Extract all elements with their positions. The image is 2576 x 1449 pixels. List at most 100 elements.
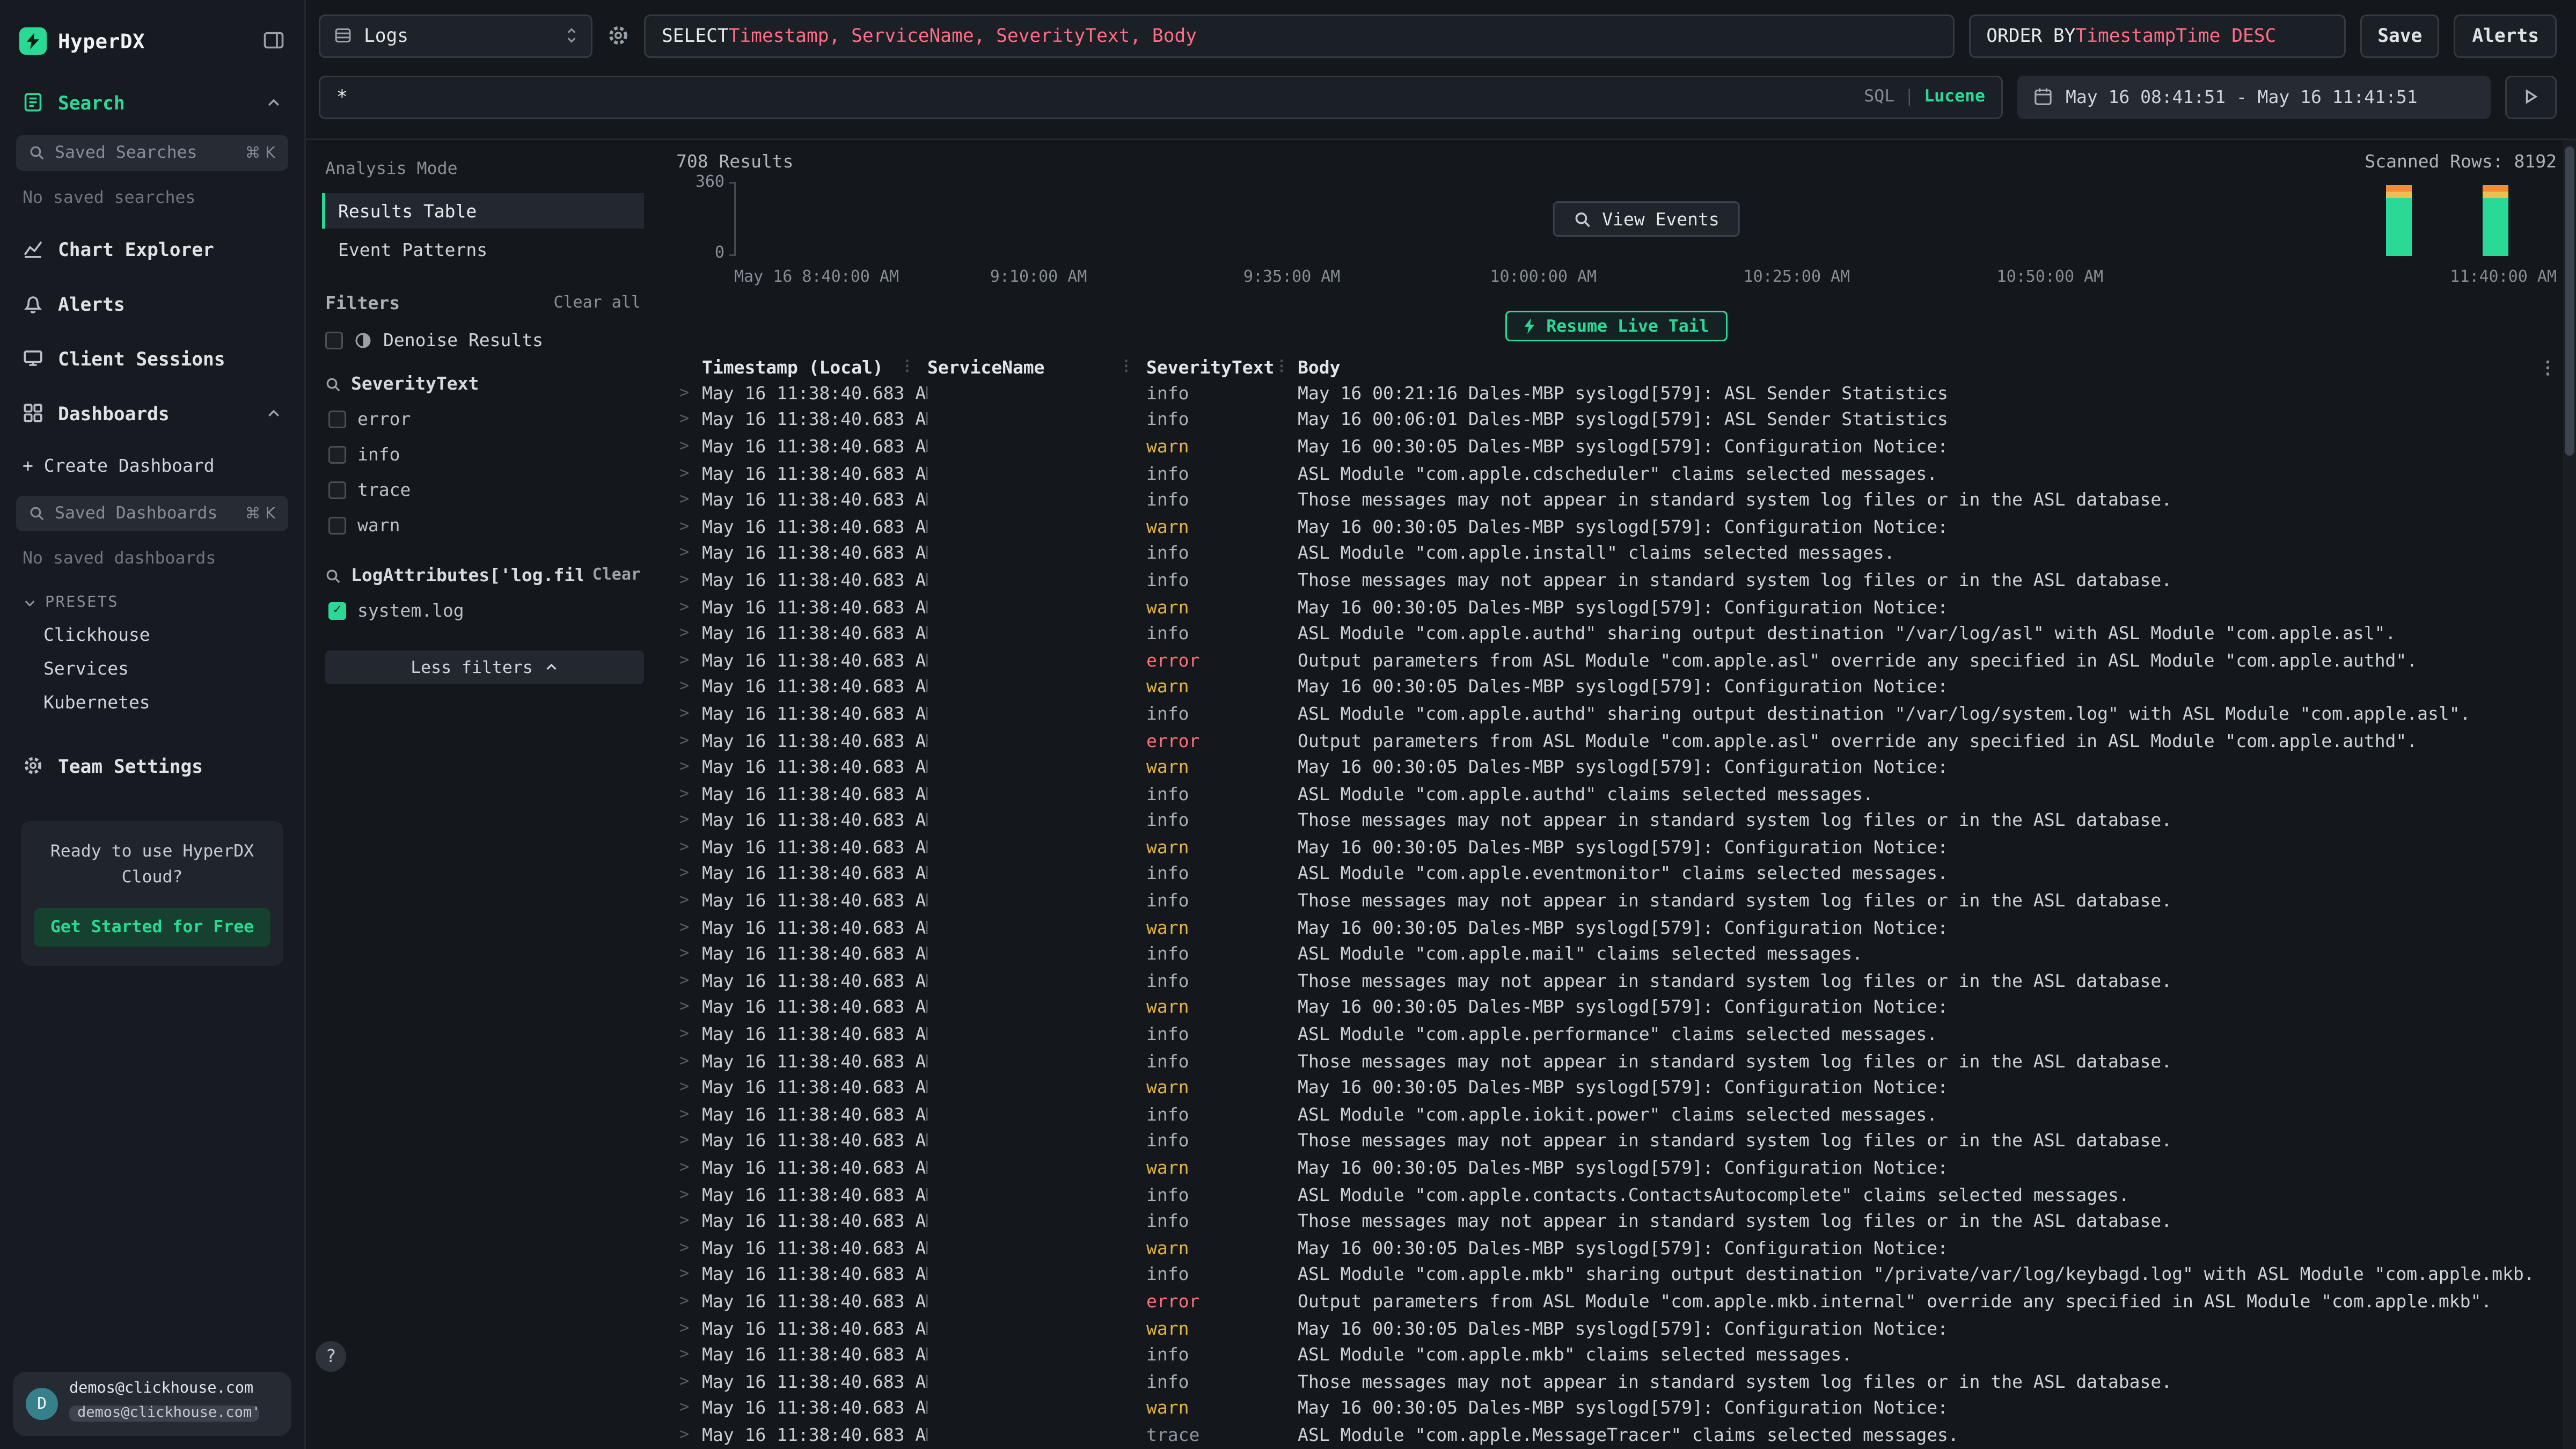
expand-chevron-icon[interactable]: > [676, 1400, 702, 1417]
expand-chevron-icon[interactable]: > [676, 598, 702, 616]
facet-option[interactable]: info [328, 441, 641, 469]
table-row[interactable]: > May 16 11:38:40.683 AM info Those mess… [676, 888, 2557, 914]
facet-option[interactable]: trace [328, 477, 641, 504]
expand-chevron-icon[interactable]: > [676, 1132, 702, 1150]
table-row[interactable]: > May 16 11:38:40.683 AM warn May 16 00:… [676, 1235, 2557, 1262]
expand-chevron-icon[interactable]: > [676, 678, 702, 696]
facet-checkbox[interactable] [328, 517, 346, 535]
table-row[interactable]: > May 16 11:38:40.683 AM warn May 16 00:… [676, 674, 2557, 701]
table-row[interactable]: > May 16 11:38:40.683 AM info Those mess… [676, 1208, 2557, 1235]
table-row[interactable]: > May 16 11:38:40.683 AM info Those mess… [676, 808, 2557, 835]
expand-chevron-icon[interactable]: > [676, 518, 702, 536]
expand-chevron-icon[interactable]: > [676, 411, 702, 429]
expand-chevron-icon[interactable]: > [676, 732, 702, 750]
table-row[interactable]: > May 16 11:38:40.683 AM warn May 16 00:… [676, 594, 2557, 620]
expand-chevron-icon[interactable]: > [676, 625, 702, 642]
expand-chevron-icon[interactable]: > [676, 384, 702, 402]
expand-chevron-icon[interactable]: > [676, 572, 702, 589]
lucene-mode-button[interactable]: Lucene [1924, 87, 1985, 106]
preset-item-services[interactable]: Services [0, 658, 304, 679]
user-menu[interactable]: D demos@clickhouse.com demos@clickhouse.… [13, 1372, 291, 1436]
expand-chevron-icon[interactable]: > [676, 545, 702, 562]
expand-chevron-icon[interactable]: > [676, 1346, 702, 1364]
presets-toggle[interactable]: PRESETS [0, 594, 304, 612]
column-grip-icon[interactable]: ⋮ [900, 359, 914, 375]
expand-chevron-icon[interactable]: > [676, 1159, 702, 1177]
expand-chevron-icon[interactable]: > [676, 839, 702, 857]
denoise-toggle[interactable]: Denoise Results [325, 330, 641, 351]
table-row[interactable]: > May 16 11:38:40.683 AM warn May 16 00:… [676, 914, 2557, 941]
saved-dashboards-input[interactable]: Saved Dashboards ⌘ K [16, 496, 288, 531]
table-row[interactable]: > May 16 11:38:40.683 AM info Those mess… [676, 1368, 2557, 1395]
table-row[interactable]: > May 16 11:38:40.683 AM warn May 16 00:… [676, 834, 2557, 861]
col-severitytext[interactable]: SeverityText⋮ [1146, 357, 1298, 378]
expand-chevron-icon[interactable]: > [676, 465, 702, 482]
chevron-up-icon[interactable] [266, 405, 282, 421]
table-row[interactable]: > May 16 11:38:40.683 AM info Those mess… [676, 487, 2557, 514]
col-timestamp[interactable]: Timestamp (Local)⋮ [702, 357, 927, 378]
expand-chevron-icon[interactable]: > [676, 1213, 702, 1231]
table-row[interactable]: > May 16 11:38:40.683 AM info May 16 00:… [676, 407, 2557, 434]
expand-chevron-icon[interactable]: > [676, 1106, 702, 1123]
table-row[interactable]: > May 16 11:38:40.683 AM warn May 16 00:… [676, 1155, 2557, 1182]
save-button[interactable]: Save [2360, 14, 2440, 57]
facet-option[interactable]: error [328, 406, 641, 433]
facet-checkbox[interactable] [328, 411, 346, 428]
expand-chevron-icon[interactable]: > [676, 972, 702, 990]
expand-chevron-icon[interactable]: > [676, 1239, 702, 1257]
col-servicename[interactable]: ServiceName⋮ [927, 357, 1146, 378]
table-options-kebab-icon[interactable]: ⋮ [2534, 357, 2557, 378]
source-select[interactable]: Logs [319, 14, 592, 57]
search-query-input[interactable]: * SQL | Lucene [319, 75, 2003, 119]
sidebar-item-team-settings[interactable]: Team Settings [0, 752, 304, 779]
table-row[interactable]: > May 16 11:38:40.683 AM warn May 16 00:… [676, 994, 2557, 1021]
histogram-bar[interactable] [2385, 182, 2411, 256]
get-started-button[interactable]: Get Started for Free [34, 908, 270, 946]
resume-live-tail-button[interactable]: Resume Live Tail [1506, 311, 1726, 341]
order-by-input[interactable]: ORDER BY TimestampTime DESC [1968, 14, 2345, 57]
table-row[interactable]: > May 16 11:38:40.683 AM warn May 16 00:… [676, 514, 2557, 540]
preset-item-kubernetes[interactable]: Kubernetes [0, 692, 304, 713]
table-row[interactable]: > May 16 11:38:40.683 AM warn May 16 00:… [676, 1315, 2557, 1342]
col-body[interactable]: Body [1298, 357, 2534, 378]
facet-checkbox[interactable] [328, 446, 346, 464]
saved-searches-input[interactable]: Saved Searches ⌘ K [16, 135, 288, 171]
preset-item-clickhouse[interactable]: Clickhouse [0, 625, 304, 646]
expand-chevron-icon[interactable]: > [676, 999, 702, 1016]
logattr-clear-link[interactable]: Clear [592, 567, 641, 584]
search-icon[interactable] [325, 568, 341, 584]
mode-results-table[interactable]: Results Table [322, 193, 644, 229]
expand-chevron-icon[interactable]: > [676, 1320, 702, 1337]
table-row[interactable]: > May 16 11:38:40.683 AM warn May 16 00:… [676, 754, 2557, 781]
sql-mode-button[interactable]: SQL [1864, 87, 1894, 106]
table-row[interactable]: > May 16 11:38:40.683 AM info Those mess… [676, 968, 2557, 994]
table-row[interactable]: > May 16 11:38:40.683 AM trace ASL Modul… [676, 1422, 2557, 1448]
alerts-button[interactable]: Alerts [2454, 14, 2557, 57]
expand-chevron-icon[interactable]: > [676, 1052, 702, 1070]
table-row[interactable]: > May 16 11:38:40.683 AM info Those mess… [676, 1048, 2557, 1075]
sidebar-item-client-sessions[interactable]: Client Sessions [0, 345, 304, 372]
table-row[interactable]: > May 16 11:38:40.683 AM info ASL Module… [676, 1021, 2557, 1048]
table-row[interactable]: > May 16 11:38:40.683 AM info May 16 00:… [676, 380, 2557, 407]
facet-option[interactable]: warn [328, 512, 641, 539]
sidebar-item-chart-explorer[interactable]: Chart Explorer [0, 235, 304, 262]
expand-chevron-icon[interactable]: > [676, 865, 702, 883]
clear-all-link[interactable]: Clear all [553, 295, 641, 312]
facet-checkbox[interactable] [328, 602, 346, 620]
scrollbar-thumb[interactable] [2565, 147, 2574, 456]
table-row[interactable]: > May 16 11:38:40.683 AM warn May 16 00:… [676, 1395, 2557, 1422]
table-row[interactable]: > May 16 11:38:40.683 AM info ASL Module… [676, 941, 2557, 968]
expand-chevron-icon[interactable]: > [676, 758, 702, 776]
expand-chevron-icon[interactable]: > [676, 785, 702, 803]
expand-chevron-icon[interactable]: > [676, 812, 702, 830]
table-row[interactable]: > May 16 11:38:40.683 AM warn May 16 00:… [676, 434, 2557, 460]
sidebar-item-dashboards[interactable]: Dashboards [0, 399, 304, 427]
table-row[interactable]: > May 16 11:38:40.683 AM info ASL Module… [676, 540, 2557, 567]
expand-chevron-icon[interactable]: > [676, 438, 702, 456]
table-row[interactable]: > May 16 11:38:40.683 AM info ASL Module… [676, 460, 2557, 487]
expand-chevron-icon[interactable]: > [676, 492, 702, 509]
table-row[interactable]: > May 16 11:38:40.683 AM info ASL Module… [676, 620, 2557, 647]
table-row[interactable]: > May 16 11:38:40.683 AM info ASL Module… [676, 1342, 2557, 1368]
chevron-up-icon[interactable] [266, 94, 282, 111]
create-dashboard-button[interactable]: + Create Dashboard [0, 456, 304, 477]
